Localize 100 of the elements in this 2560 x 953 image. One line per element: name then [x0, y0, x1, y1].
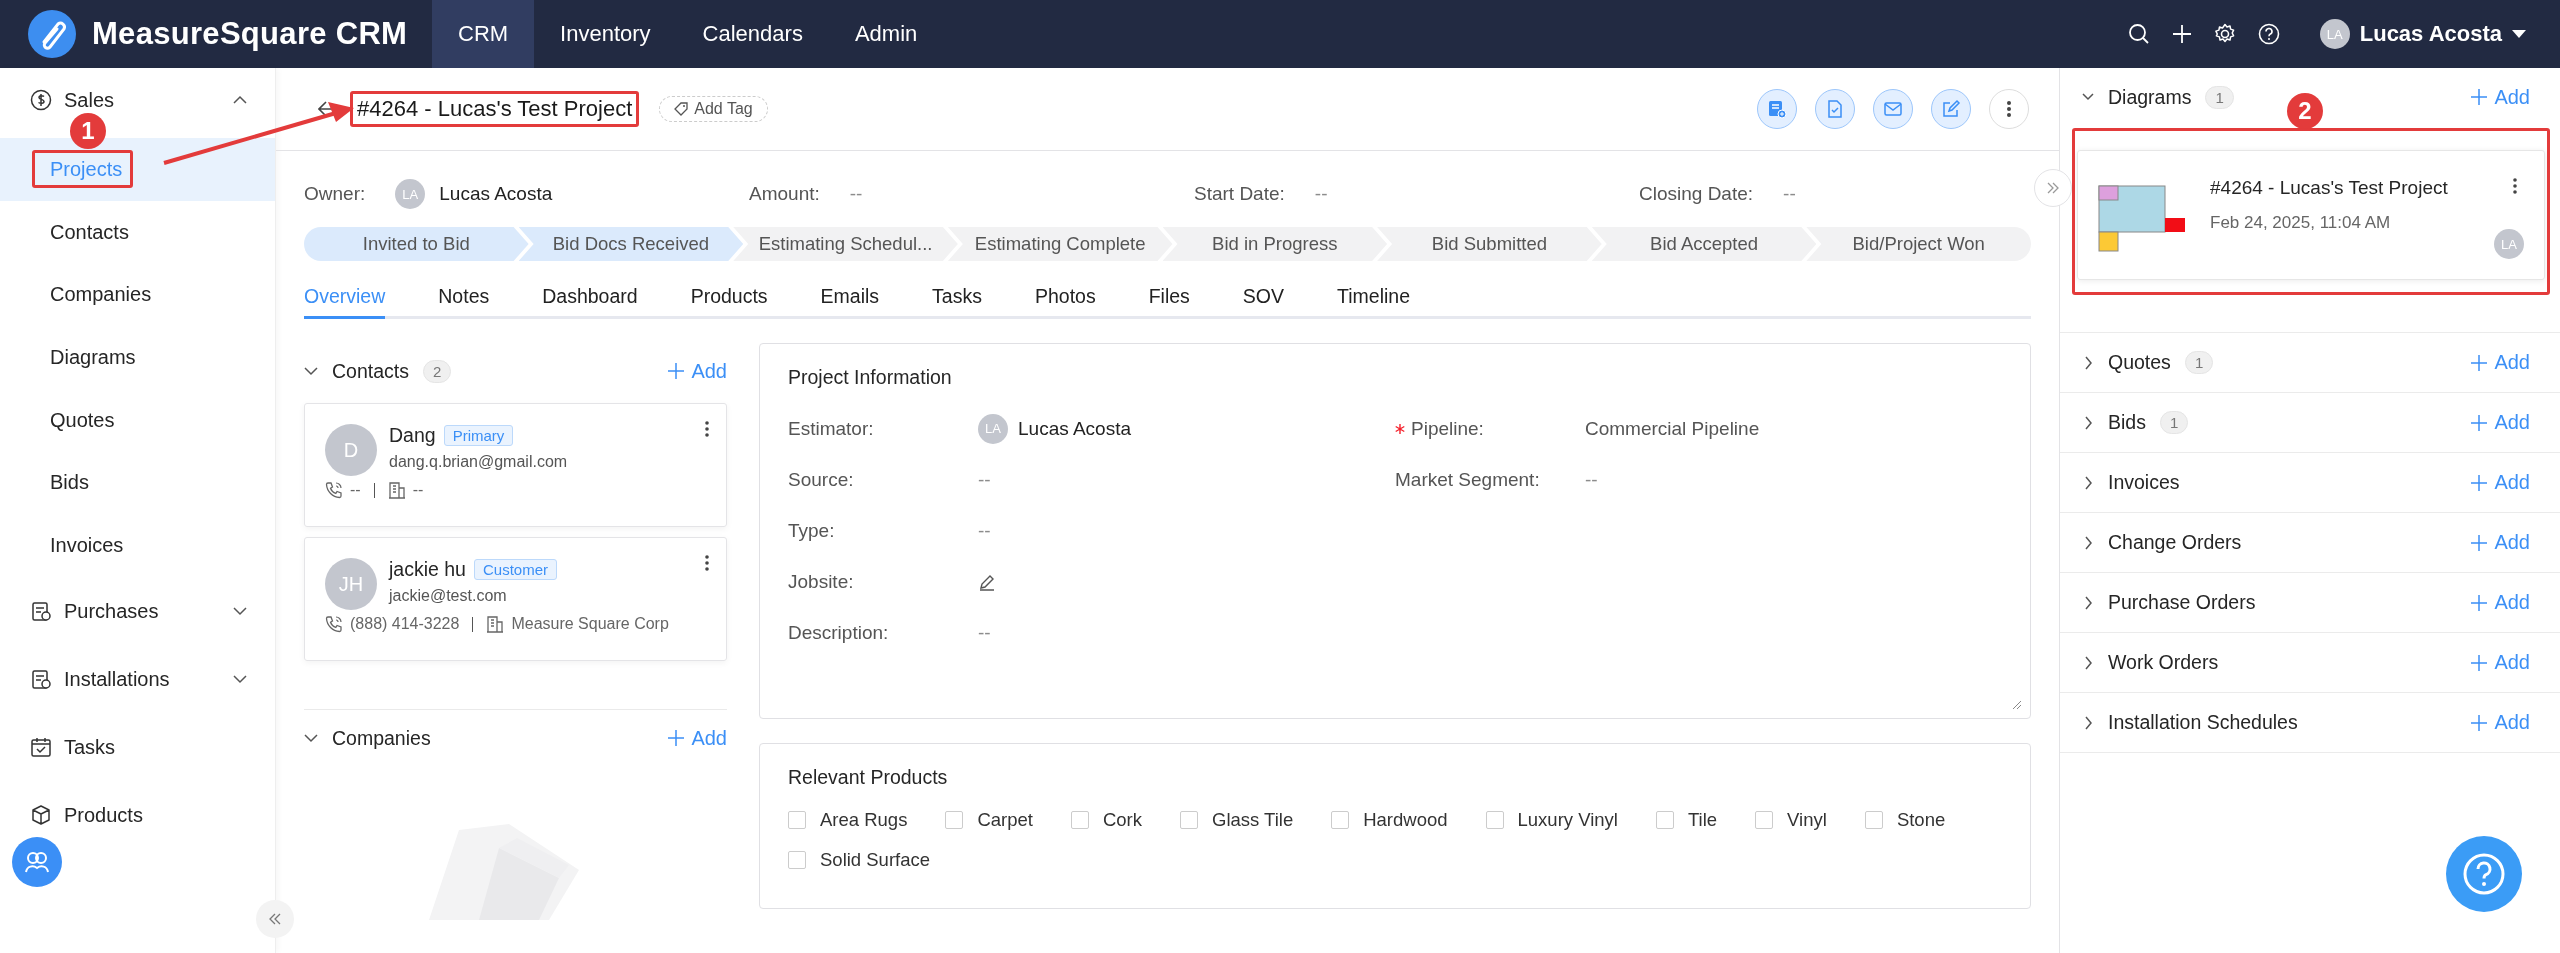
checkbox[interactable]: [1485, 811, 1504, 829]
sidebar-item[interactable]: Quotes: [0, 388, 275, 452]
contact-card[interactable]: D Dang Primary dang.q.brian@gmail.com -- --: [304, 403, 727, 527]
tab[interactable]: Notes: [438, 285, 490, 319]
plus-icon: [2470, 533, 2489, 552]
checkbox-label: Glass Tile: [1212, 809, 1294, 831]
diagram-card[interactable]: #4264 - Lucas's Test Project Feb 24, 2025, 11:04 AM LA: [2077, 150, 2545, 280]
section-title[interactable]: Change Orders: [2108, 531, 2242, 554]
count-badge: 1: [2205, 85, 2234, 109]
chevron-right-icon[interactable]: [2082, 595, 2094, 610]
chevron-down-icon[interactable]: [304, 733, 318, 743]
sidebar-section[interactable]: Installations: [64, 668, 170, 689]
field-value: --: [978, 468, 991, 491]
pipeline-stage[interactable]: Estimating Complete: [947, 227, 1173, 261]
role-tag: Customer: [473, 559, 557, 580]
contact-phone: --: [350, 481, 361, 499]
checkbox[interactable]: [1331, 811, 1350, 829]
checkbox[interactable]: [1656, 811, 1674, 829]
checkbox[interactable]: [1070, 811, 1089, 829]
tab[interactable]: Photos: [1034, 285, 1096, 319]
pipeline-stage[interactable]: Invited to Bid: [304, 227, 529, 261]
checkbox[interactable]: [788, 811, 806, 829]
tab[interactable]: Products: [690, 285, 768, 319]
section-title[interactable]: Diagrams: [2108, 85, 2192, 109]
more-icon[interactable]: [2512, 177, 2518, 195]
tab[interactable]: Dashboard: [542, 285, 638, 319]
field-label: Estimator:: [788, 417, 875, 440]
diagram-date: Feb 24, 2025, 11:04 AM: [2210, 213, 2392, 233]
checkbox[interactable]: [788, 851, 806, 869]
sidebar-item[interactable]: Diagrams: [0, 326, 275, 389]
help-icon[interactable]: [2257, 23, 2280, 45]
section-title[interactable]: Work Orders: [2108, 651, 2219, 674]
tab[interactable]: SOV: [1242, 285, 1285, 319]
chevron-right-icon[interactable]: [2082, 415, 2094, 430]
nav-tab[interactable]: Calendars: [676, 0, 829, 68]
more-button[interactable]: [1989, 89, 2029, 129]
tab[interactable]: Emails: [820, 285, 880, 319]
search-icon[interactable]: [2127, 23, 2150, 45]
sidebar-item[interactable]: Companies: [0, 263, 275, 327]
chevron-right-icon[interactable]: [2082, 475, 2094, 490]
tab[interactable]: Timeline: [1337, 285, 1410, 319]
section-title[interactable]: Bids: [2108, 411, 2146, 434]
user-name[interactable]: Lucas Acosta: [2359, 21, 2502, 47]
section-title[interactable]: Invoices: [2108, 471, 2180, 494]
section-title[interactable]: Installation Schedules: [2108, 711, 2298, 734]
sidebar-section[interactable]: Products: [64, 804, 143, 825]
email-button[interactable]: [1873, 89, 1913, 129]
sidebar-section[interactable]: Purchases: [64, 600, 159, 621]
sidebar-item[interactable]: Contacts: [0, 200, 275, 264]
pipeline-stage[interactable]: Bid/Project Won: [1806, 227, 2031, 261]
nav-tab[interactable]: Admin: [828, 0, 944, 68]
pipeline-stage[interactable]: Bid Accepted: [1591, 227, 1817, 261]
checkbox-label: Cork: [1102, 809, 1142, 831]
document-check-icon: [1825, 99, 1845, 119]
card-title: Project Information: [788, 366, 953, 389]
chevron-right-icon[interactable]: [2082, 715, 2094, 730]
plus-icon: [2470, 593, 2489, 612]
add-form-button[interactable]: [1757, 89, 1797, 129]
field-value: --: [978, 519, 991, 542]
list-add-icon: [1767, 99, 1787, 119]
pipeline-stage[interactable]: Bid Submitted: [1377, 227, 1602, 261]
more-icon[interactable]: [704, 420, 710, 438]
more-icon[interactable]: [704, 554, 710, 572]
checkbox[interactable]: [1864, 811, 1883, 829]
resize-handle-icon[interactable]: [2012, 700, 2022, 710]
sidebar-item[interactable]: Bids: [0, 451, 275, 515]
section-title[interactable]: Quotes: [2108, 351, 2171, 374]
creator-avatar: LA: [2494, 229, 2524, 259]
chevron-right-icon[interactable]: [2082, 355, 2094, 370]
pipeline-stage[interactable]: Bid in Progress: [1162, 227, 1388, 261]
chevron-right-icon[interactable]: [2082, 535, 2094, 550]
contact-email: jackie@test.com: [389, 587, 508, 605]
section-title[interactable]: Purchase Orders: [2108, 591, 2256, 614]
contact-card[interactable]: JH jackie hu Customer jackie@test.com (888) 414-3228 Measure Square Corp: [304, 537, 727, 661]
sidebar-section[interactable]: Tasks: [64, 736, 116, 757]
sidebar-section[interactable]: Sales: [64, 90, 115, 110]
contact-avatar: D: [325, 424, 377, 476]
nav-tab[interactable]: CRM: [432, 0, 535, 68]
add-tag-button[interactable]: Add Tag: [659, 96, 768, 122]
checkbox[interactable]: [1180, 811, 1198, 829]
checkbox[interactable]: [945, 811, 964, 829]
checkbox[interactable]: [1755, 811, 1774, 829]
nav-tab[interactable]: Inventory: [534, 0, 677, 68]
tab[interactable]: Tasks: [932, 285, 982, 319]
contact-company: Measure Square Corp: [511, 615, 669, 633]
chevron-right-icon[interactable]: [2082, 655, 2094, 670]
field-label: Market Segment:: [1395, 468, 1540, 491]
caret-icon[interactable]: [2512, 29, 2526, 39]
tab[interactable]: Files: [1148, 285, 1190, 319]
pipeline-stage[interactable]: Estimating Schedul...: [733, 227, 958, 261]
plus-icon[interactable]: [2171, 24, 2192, 44]
assistant-button[interactable]: [12, 837, 62, 887]
settings-icon[interactable]: [2213, 23, 2236, 45]
pipeline-stage[interactable]: Bid Docs Received: [518, 227, 744, 261]
clipboard-icon: [30, 599, 52, 622]
project-title: #4264 - Lucas's Test Project: [357, 96, 633, 122]
chevron-down-icon[interactable]: [304, 366, 318, 376]
field-value: Lucas Acosta: [439, 183, 553, 205]
contact-company: --: [412, 481, 424, 499]
sidebar-item[interactable]: Invoices: [0, 514, 275, 577]
